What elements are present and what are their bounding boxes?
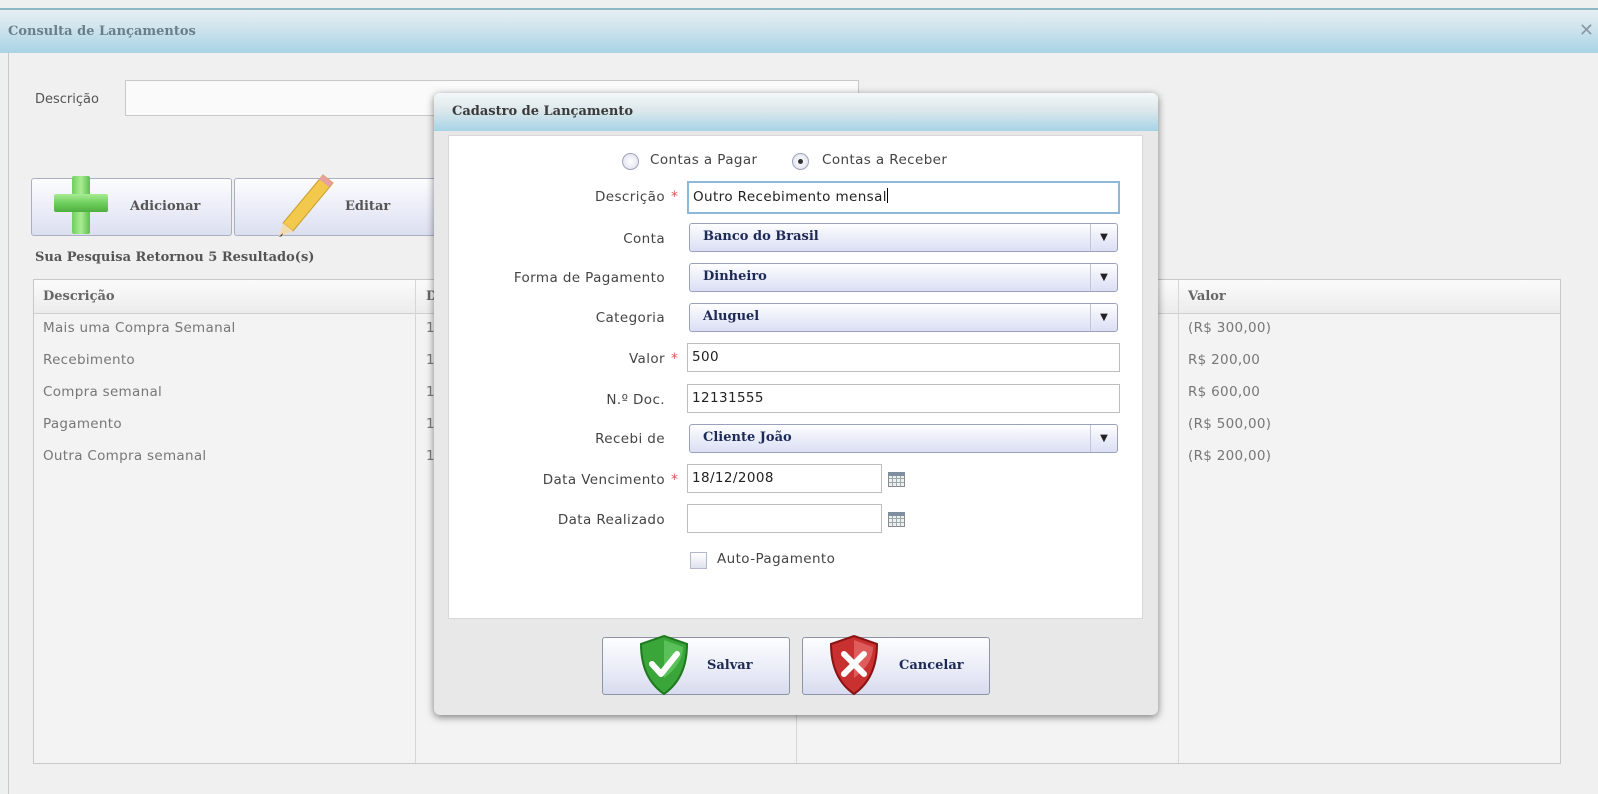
valor-input[interactable]: 500 [687, 343, 1120, 372]
categoria-select[interactable]: Aluguel ▼ [689, 303, 1118, 332]
cell-valor: (R$ 300,00) [1188, 320, 1272, 336]
column-header-descricao[interactable]: Descrição [43, 289, 115, 304]
close-shield-icon [829, 634, 879, 696]
auto-pagamento-label: Auto-Pagamento [717, 551, 836, 567]
cell-descricao: Recebimento [43, 352, 135, 368]
radio-contas-receber-label: Contas a Receber [822, 152, 948, 168]
auto-pagamento-checkbox[interactable] [690, 552, 707, 569]
search-label: Descrição [35, 92, 99, 107]
calendar-icon[interactable] [888, 512, 905, 527]
data-vencimento-input[interactable]: 18/12/2008 [687, 464, 882, 493]
chevron-down-icon: ▼ [1090, 425, 1117, 452]
dialog-form: Contas a Pagar Contas a Receber Descriçã… [448, 135, 1143, 619]
categoria-label: Categoria [595, 310, 665, 326]
required-mark: * [671, 189, 678, 205]
results-count: Sua Pesquisa Retornou 5 Resultado(s) [35, 250, 315, 265]
data-realizado-label: Data Realizado [557, 512, 665, 528]
radio-contas-receber[interactable] [792, 153, 809, 170]
cell-descricao: Pagamento [43, 416, 122, 432]
recebi-de-value: Cliente João [703, 430, 792, 445]
chevron-down-icon: ▼ [1090, 304, 1117, 331]
plus-icon [54, 176, 108, 234]
recebi-de-select[interactable]: Cliente João ▼ [689, 424, 1118, 453]
cell-valor: R$ 600,00 [1188, 384, 1261, 400]
chevron-down-icon: ▼ [1090, 224, 1117, 251]
cell-valor: (R$ 500,00) [1188, 416, 1272, 432]
close-icon[interactable]: ✕ [1579, 20, 1594, 41]
cell-descricao: Mais uma Compra Semanal [43, 320, 236, 336]
save-button-label: Salvar [707, 658, 753, 673]
window-titlebar: Consulta de Lançamentos ✕ [0, 8, 1598, 53]
cancel-button[interactable]: Cancelar [802, 634, 990, 696]
data-realizado-input[interactable] [687, 504, 882, 533]
calendar-icon[interactable] [888, 472, 905, 487]
dialog-titlebar: Cadastro de Lançamento [434, 93, 1158, 131]
pencil-icon [279, 174, 334, 237]
add-button-label: Adicionar [130, 199, 201, 214]
doc-label: N.º Doc. [606, 392, 665, 408]
column-header-valor[interactable]: Valor [1188, 289, 1226, 304]
edit-button-label: Editar [345, 199, 391, 214]
data-vencimento-label: Data Vencimento [542, 472, 665, 488]
chevron-down-icon: ▼ [1090, 264, 1117, 291]
add-button[interactable]: Adicionar [31, 176, 232, 236]
edit-button[interactable]: Editar [234, 174, 436, 237]
radio-contas-pagar[interactable] [622, 153, 639, 170]
conta-select[interactable]: Banco do Brasil ▼ [689, 223, 1118, 252]
checkmark-shield-icon [639, 634, 689, 696]
forma-pagamento-select[interactable]: Dinheiro ▼ [689, 263, 1118, 292]
dialog-title: Cadastro de Lançamento [452, 104, 634, 119]
forma-pagamento-label: Forma de Pagamento [513, 270, 665, 286]
required-mark: * [671, 472, 678, 488]
cadastro-dialog: Cadastro de Lançamento Contas a Pagar Co… [434, 93, 1158, 715]
cell-valor: (R$ 200,00) [1188, 448, 1272, 464]
cell-valor: R$ 200,00 [1188, 352, 1261, 368]
required-mark: * [671, 351, 678, 367]
conta-value: Banco do Brasil [703, 229, 819, 244]
recebi-de-label: Recebi de [595, 431, 665, 447]
cell-descricao: Outra Compra semanal [43, 448, 207, 464]
descricao-label: Descrição [594, 189, 665, 205]
window-title: Consulta de Lançamentos [8, 24, 196, 39]
forma-pagamento-value: Dinheiro [703, 269, 767, 284]
conta-label: Conta [623, 231, 665, 247]
cancel-button-label: Cancelar [899, 658, 964, 673]
save-button[interactable]: Salvar [602, 634, 790, 696]
doc-input[interactable]: 12131555 [687, 384, 1120, 413]
cell-descricao: Compra semanal [43, 384, 163, 400]
radio-contas-pagar-label: Contas a Pagar [650, 152, 758, 168]
valor-label: Valor [628, 351, 665, 367]
categoria-value: Aluguel [703, 309, 760, 324]
descricao-input[interactable]: Outro Recebimento mensal [687, 181, 1120, 214]
